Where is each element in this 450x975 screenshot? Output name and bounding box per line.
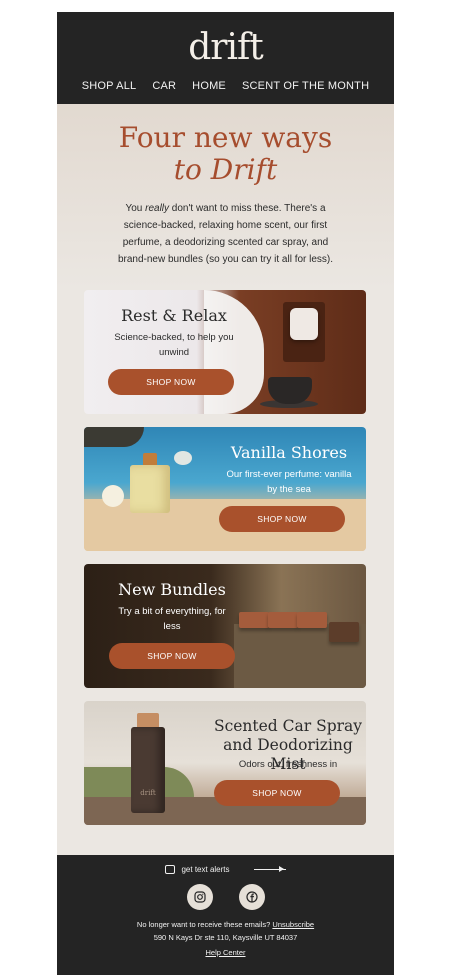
unsubscribe-line: No longer want to receive these emails? …: [57, 920, 394, 929]
shop-now-button[interactable]: SHOP NOW: [109, 643, 235, 669]
card-rest-relax[interactable]: Rest & Relax Science-backed, to help you…: [84, 290, 366, 414]
nav-home[interactable]: HOME: [184, 80, 234, 92]
bundle-box-image: [329, 622, 359, 642]
hero-body: You really don't want to miss these. The…: [110, 200, 342, 268]
shop-now-button[interactable]: SHOP NOW: [214, 780, 340, 806]
card-subtitle: Try a bit of everything, for less: [118, 606, 226, 632]
instagram-icon[interactable]: [186, 884, 213, 910]
arrow-right-icon: [253, 866, 286, 872]
hero-body-em: really: [145, 203, 170, 214]
main-nav: SHOP ALL CAR HOME SCENT OF THE MONTH: [57, 80, 394, 92]
hero: Four new ways to Drift You really don't …: [57, 104, 394, 290]
footer: get text alerts No longer want to receiv…: [57, 855, 394, 975]
bottle-label: drift: [140, 789, 156, 797]
shop-now-button[interactable]: SHOP NOW: [219, 506, 345, 532]
bundle-box-image: [239, 612, 269, 628]
hero-body-pre: You: [125, 203, 146, 214]
header: drift SHOP ALL CAR HOME SCENT OF THE MON…: [57, 12, 394, 104]
card-title: Rest & Relax: [121, 306, 227, 325]
plug-in-diffuser-image: [290, 308, 318, 340]
card-car-spray[interactable]: drift Scented Car Spray and Deodorizing …: [84, 701, 366, 825]
logo[interactable]: drift: [57, 12, 394, 66]
nav-shop-all[interactable]: SHOP ALL: [74, 80, 145, 92]
card-subtitle: Odors out, freshness in: [238, 759, 338, 770]
card-new-bundles[interactable]: New Bundles Try a bit of everything, for…: [84, 564, 366, 688]
spray-bottle-image: [131, 727, 165, 813]
card-vanilla-shores[interactable]: Vanilla Shores Our first-ever perfume: v…: [84, 427, 366, 551]
facebook-icon[interactable]: [238, 884, 265, 910]
bundle-box-image: [268, 612, 298, 628]
bundle-box-image: [297, 612, 327, 628]
perfume-bottle-image: [130, 465, 170, 513]
nav-scent-of-the-month[interactable]: SCENT OF THE MONTH: [234, 80, 377, 92]
flower-image: [102, 485, 124, 507]
flower-image: [174, 451, 192, 465]
hero-title-line1: Four new ways: [118, 121, 333, 154]
card-title: New Bundles: [118, 580, 226, 599]
hero-title-line2: to Drift: [173, 153, 278, 186]
shop-now-button[interactable]: SHOP NOW: [108, 369, 234, 395]
text-alerts-link[interactable]: get text alerts: [57, 865, 394, 874]
chat-bubble-icon: [165, 865, 176, 874]
card-title: Vanilla Shores: [230, 443, 348, 462]
help-center-link[interactable]: Help Center: [205, 948, 245, 957]
social-links: [57, 884, 394, 910]
email-container: drift SHOP ALL CAR HOME SCENT OF THE MON…: [57, 12, 394, 975]
hero-title: Four new ways to Drift: [57, 122, 394, 186]
card-subtitle: Our first-ever perfume: vanilla by the s…: [226, 469, 352, 495]
card-subtitle: Science-backed, to help you unwind: [114, 332, 234, 358]
unsubscribe-text: No longer want to receive these emails?: [136, 920, 273, 929]
text-alerts-label: get text alerts: [181, 865, 230, 874]
nav-car[interactable]: CAR: [144, 80, 184, 92]
address: 590 N Kays Dr ste 110, Kaysville UT 8403…: [153, 933, 298, 942]
unsubscribe-link[interactable]: Unsubscribe: [272, 920, 314, 929]
rock-image: [84, 427, 144, 447]
